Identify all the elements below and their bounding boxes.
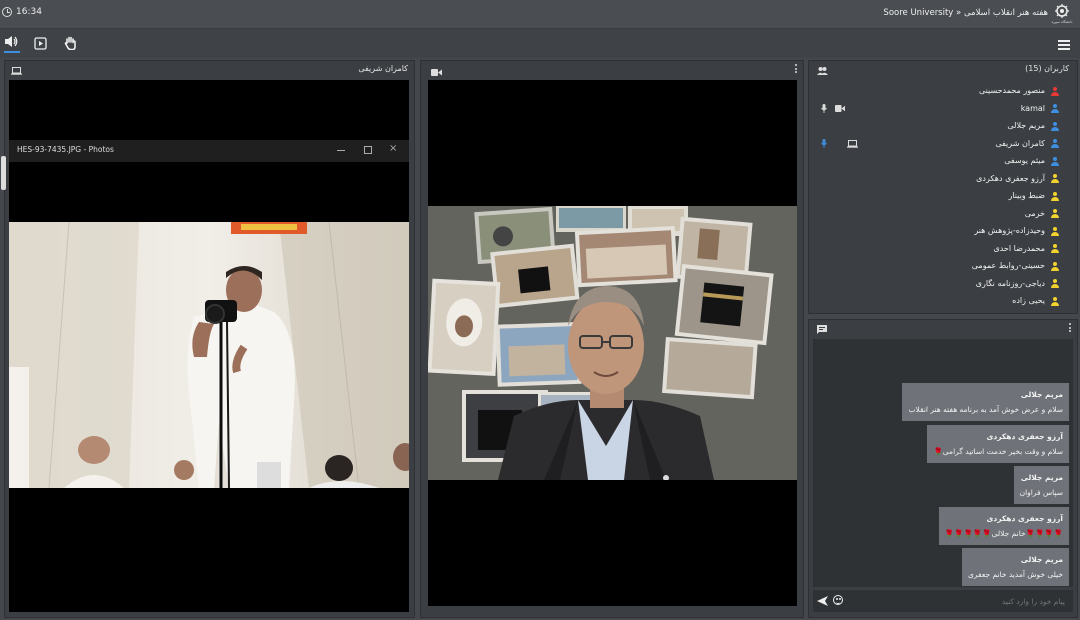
hand-icon [64, 36, 76, 51]
user-row[interactable]: آرزو جعفری دهکردی [813, 171, 1059, 187]
user-name: ضبط وبینار [1008, 191, 1045, 200]
user-icon [1051, 156, 1059, 166]
user-name: محمدرضا احدی [993, 243, 1045, 253]
chat-sender: آرزو جعفری دهکردی [986, 514, 1063, 523]
chat-input-bar [813, 590, 1073, 612]
window-title: Soore University » هفته هنر انقلاب اسلام… [883, 8, 1048, 18]
menu-button[interactable] [1058, 40, 1070, 50]
send-icon[interactable] [817, 596, 828, 609]
chat-sender: مریم جلالی [1020, 555, 1063, 564]
hamburger-icon [1058, 40, 1070, 50]
user-icon [1051, 244, 1059, 253]
chat-sender: آرزو جعفری دهکردی [986, 432, 1063, 441]
user-name: مریم جلالی [1007, 121, 1045, 130]
user-row[interactable]: منصور محمدحسینی [813, 83, 1059, 99]
clock-time: 16:34 [16, 7, 42, 17]
screen-share-video[interactable]: HES-93-7435.JPG - Photos × [9, 80, 409, 612]
user-row[interactable]: وحیدزاده-پژوهش هنر [813, 223, 1059, 239]
raise-hand-button[interactable] [64, 36, 77, 53]
close-icon[interactable]: × [389, 143, 397, 154]
user-name: دیاجی-روزنامه نگاری [975, 278, 1045, 288]
chat-message: مریم جلالی سپاس فراوان [1013, 466, 1069, 504]
chat-text: خیلی خوش آمدید خانم جعفری [968, 570, 1063, 579]
user-row[interactable]: یحیی زاده [813, 293, 1059, 309]
users-panel: کاربران (15) منصور محمدحسینی kamal مریم جل… [808, 60, 1078, 314]
microphone-icon [821, 138, 827, 151]
users-icon [817, 65, 828, 81]
user-name: خرمی [1024, 208, 1045, 218]
user-icon [1051, 174, 1059, 183]
chat-message-input[interactable] [849, 592, 1067, 611]
university-logo: دانشگاه سوره [1052, 2, 1072, 26]
user-icon [1051, 261, 1059, 271]
user-row[interactable]: حسینی-روابط عمومی [813, 258, 1059, 274]
speaker-icon [5, 36, 18, 47]
user-row[interactable]: kamal [813, 101, 1059, 117]
emoji-icon[interactable] [833, 595, 843, 605]
chat-messages: مریم جلالی سلام و عرض خوش آمد به برنامه ه… [813, 339, 1073, 587]
user-row[interactable]: خرمی [813, 206, 1059, 222]
user-name: یحیی زاده [1012, 296, 1045, 305]
chat-panel: مریم جلالی سلام و عرض خوش آمد به برنامه ه… [808, 319, 1078, 618]
microphone-icon [821, 103, 827, 116]
logo-text: دانشگاه سوره [1051, 20, 1073, 24]
clock-icon [2, 7, 12, 17]
user-icon [1051, 121, 1059, 131]
camera-on-icon [835, 104, 845, 115]
speaker-button[interactable] [4, 35, 20, 53]
webcam-video[interactable] [428, 80, 797, 606]
chat-text: سپاس فراوان [1019, 488, 1063, 497]
photo-image [9, 222, 409, 488]
user-row[interactable]: دیاجی-روزنامه نگاری [813, 276, 1059, 292]
chat-text: سلام و وقت بخیر خدمت اساتید گرامی🌹 [933, 447, 1063, 456]
screen-share-icon [847, 139, 858, 151]
user-icon [1051, 104, 1059, 113]
chat-sender: مریم جلالی [1020, 473, 1063, 482]
scroll-handle[interactable] [1, 156, 6, 190]
user-list: منصور محمدحسینی kamal مریم جلالی کامران شری… [813, 80, 1073, 310]
chat-sender: مریم جلالی [1020, 390, 1063, 399]
chat-text: سلام و عرض خوش آمد به برنامه هفته هنر ان… [908, 405, 1063, 414]
panel-title-presenter: کامران شریفی [358, 64, 408, 73]
photos-window-title: HES-93-7435.JPG - Photos [17, 145, 114, 154]
chat-message: مریم جلالی خیلی خوش آمدید خانم جعفری [962, 548, 1069, 586]
user-name: وحیدزاده-پژوهش هنر [974, 226, 1045, 235]
chat-message: آرزو جعفری دهکردی سلام و وقت بخیر خدمت اس… [927, 425, 1069, 463]
minimize-icon[interactable] [337, 150, 345, 151]
chat-more-icon[interactable] [1069, 323, 1071, 332]
user-icon [1051, 139, 1059, 148]
user-name: آرزو جعفری دهکردی [976, 173, 1045, 183]
webcam-image [428, 206, 797, 480]
laptop-icon [11, 65, 22, 81]
maximize-icon[interactable] [364, 146, 372, 154]
user-row[interactable]: محمدرضا احدی [813, 241, 1059, 257]
chat-text: 🌹🌹🌹🌹خانم جلالی🌹🌹🌹🌹🌹 [944, 529, 1063, 538]
top-bar: 16:34 Soore University » هفته هنر انقلاب… [0, 0, 1080, 29]
play-box-icon [34, 37, 47, 50]
user-icon [1051, 296, 1059, 306]
screen-share-panel: کامران شریفی HES-93-7435.JPG - Photos × [1, 60, 415, 618]
user-name: kamal [1020, 103, 1045, 113]
user-icon [1051, 191, 1059, 201]
chat-icon [817, 324, 827, 340]
user-icon [1051, 279, 1059, 288]
more-options-icon[interactable] [795, 64, 797, 73]
toolbar [0, 29, 1080, 58]
user-name: حسینی-روابط عمومی [971, 261, 1045, 270]
user-icon [1051, 209, 1059, 218]
photos-window[interactable]: HES-93-7435.JPG - Photos × [9, 140, 409, 162]
media-play-button[interactable] [34, 37, 47, 53]
user-row[interactable]: ضبط وبینار [813, 188, 1059, 204]
user-row[interactable]: مریم جلالی [813, 118, 1059, 134]
user-row[interactable]: میثم یوسفی [813, 153, 1059, 169]
user-icon [1051, 226, 1059, 236]
users-panel-title: کاربران (15) [1025, 64, 1069, 73]
user-name: میثم یوسفی [1004, 156, 1045, 165]
webcam-panel [420, 60, 804, 618]
user-name: کامران شریفی [995, 138, 1045, 148]
chat-message: مریم جلالی سلام و عرض خوش آمد به برنامه ه… [902, 383, 1069, 421]
user-name: منصور محمدحسینی [978, 86, 1045, 95]
user-icon [1051, 86, 1059, 96]
chat-message: آرزو جعفری دهکردی 🌹🌹🌹🌹خانم جلالی🌹🌹🌹🌹🌹 [938, 507, 1069, 545]
